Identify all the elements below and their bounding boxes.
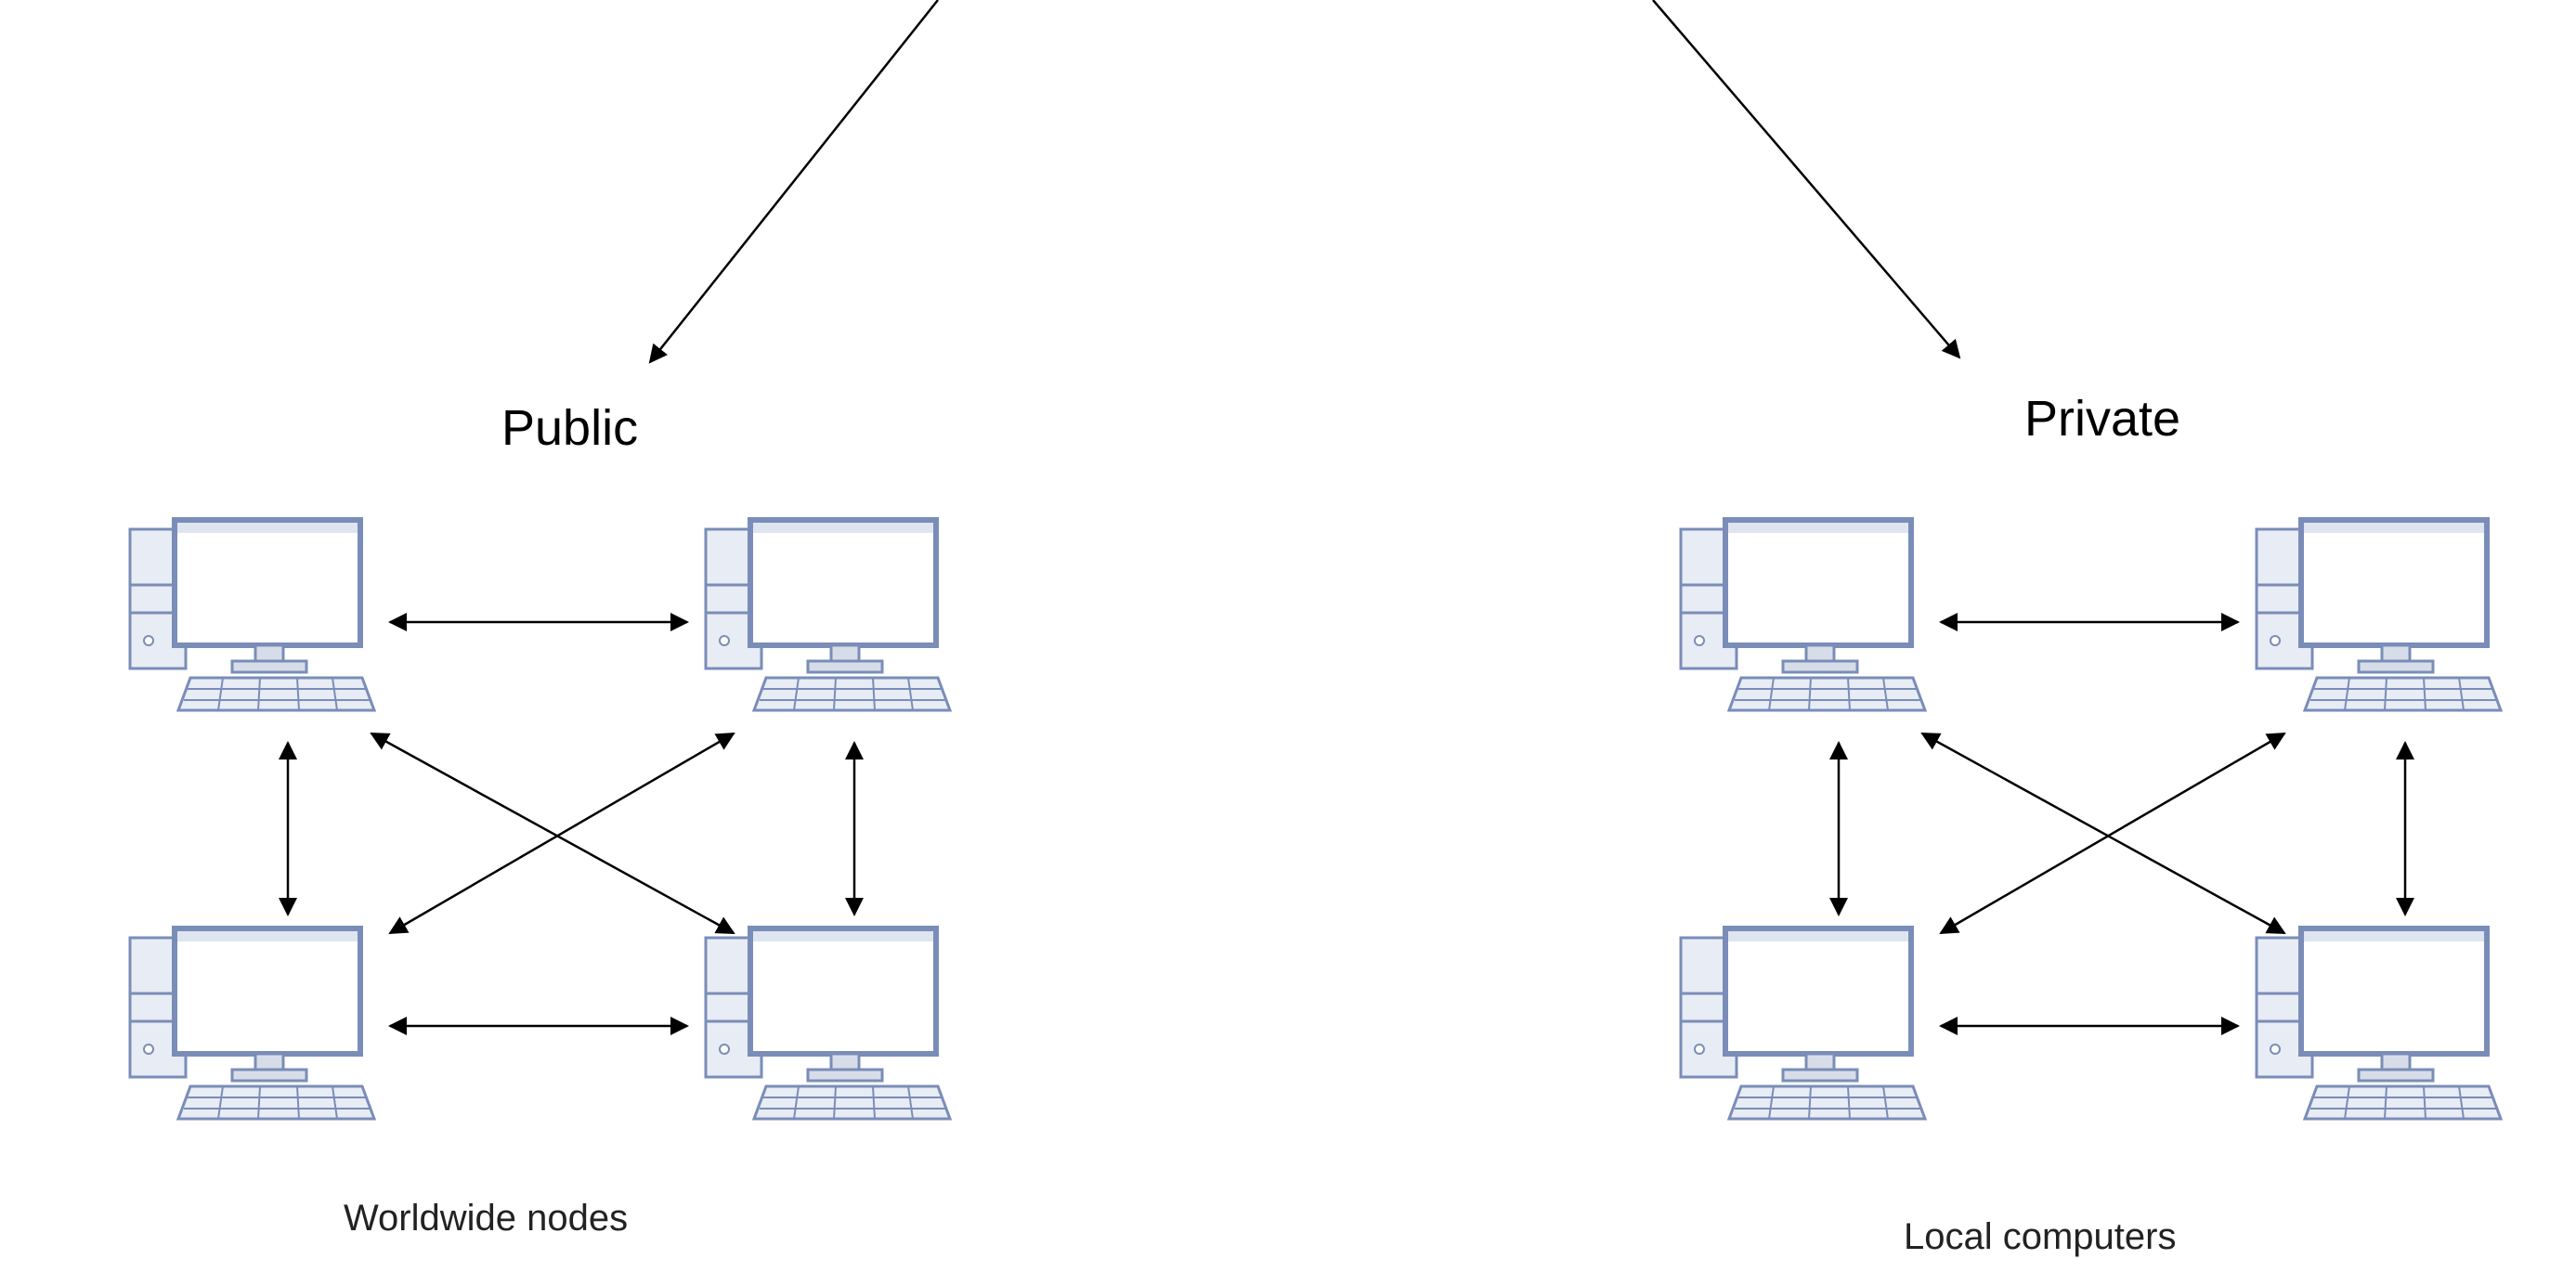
computer-icon bbox=[1681, 928, 1925, 1119]
computer-icon bbox=[2257, 520, 2501, 710]
public-cluster bbox=[130, 520, 950, 1119]
public-title: Public bbox=[501, 399, 638, 457]
computer-icon bbox=[706, 928, 950, 1119]
arrow-to-private bbox=[1653, 0, 1959, 357]
private-cluster bbox=[1681, 520, 2501, 1119]
computer-icon bbox=[130, 928, 374, 1119]
mesh-arrow bbox=[390, 733, 734, 933]
mesh-arrow bbox=[1941, 733, 2284, 933]
mesh-arrow bbox=[1922, 733, 2284, 933]
computer-icon bbox=[706, 520, 950, 710]
computer-icon bbox=[2257, 928, 2501, 1119]
computer-icon bbox=[130, 520, 374, 710]
private-caption: Local computers bbox=[1904, 1216, 2176, 1258]
computer-icon bbox=[1681, 520, 1925, 710]
mesh-arrow bbox=[371, 733, 734, 933]
arrow-to-public bbox=[650, 0, 938, 362]
public-caption: Worldwide nodes bbox=[344, 1198, 628, 1240]
diagram-canvas bbox=[0, 0, 2576, 1272]
private-title: Private bbox=[2024, 390, 2180, 448]
